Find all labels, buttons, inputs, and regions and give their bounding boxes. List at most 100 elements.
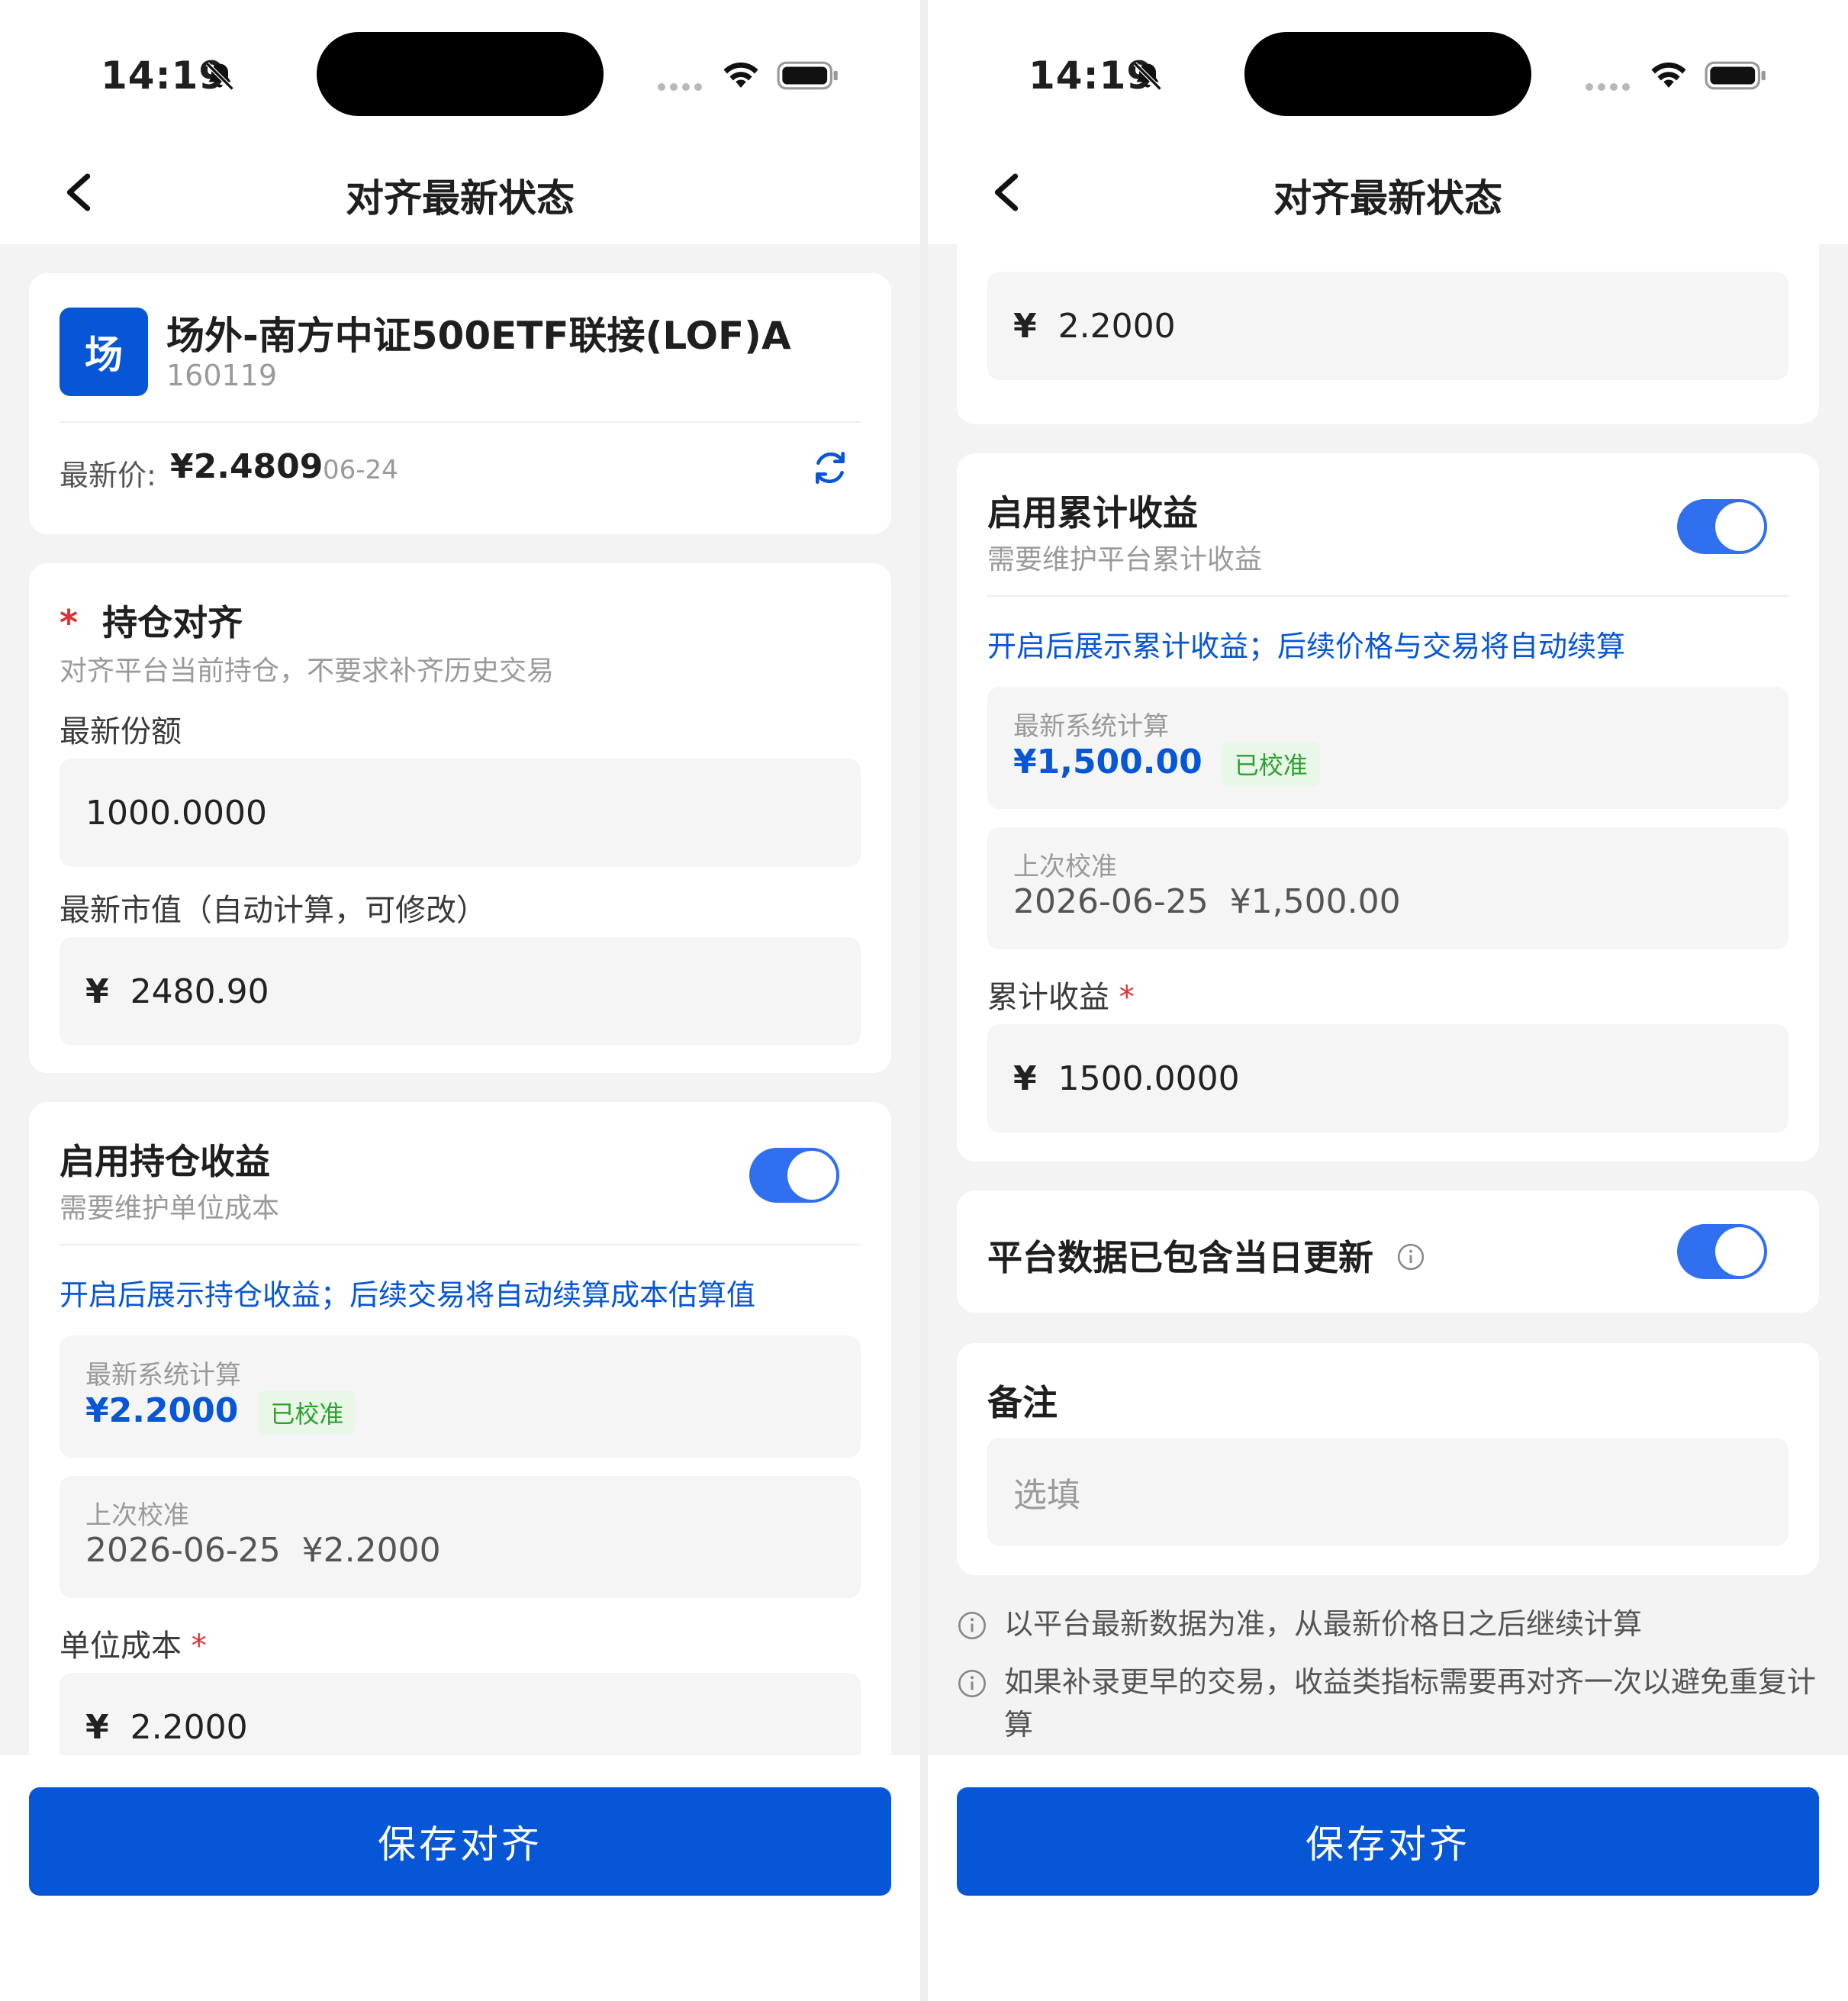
cum-profit-value: 1500.0000: [1058, 1058, 1240, 1098]
divider: [60, 1244, 861, 1245]
unit-cost-label-text: 单位成本: [60, 1629, 182, 1664]
page-title: 对齐最新状态: [346, 176, 575, 221]
market-value-input[interactable]: ¥2480.90: [60, 937, 861, 1046]
required-mark: *: [191, 1629, 207, 1664]
platform-update-label-text: 平台数据已包含当日更新: [987, 1237, 1373, 1278]
latest-price-label: 最新价:: [60, 459, 156, 492]
fund-type-icon: 场: [60, 308, 148, 396]
system-calc-value: ¥1,500.00 已校准: [1013, 742, 1320, 786]
required-mark: *: [1119, 980, 1135, 1015]
info-icon[interactable]: [1396, 1242, 1425, 1271]
divider: [987, 595, 1788, 597]
system-calc-box: 最新系统计算 ¥1,500.00 已校准: [987, 687, 1788, 809]
last-calib-label: 上次校准: [85, 1500, 189, 1531]
shares-label: 最新份额: [60, 714, 182, 749]
calibrated-badge: 已校准: [258, 1390, 356, 1435]
position-profit-card-tail: ¥2.2000: [957, 244, 1819, 424]
nav-bar: 对齐最新状态: [0, 137, 920, 244]
last-calib-label: 上次校准: [1013, 852, 1117, 882]
position-profit-info: 开启后展示持仓收益；后续交易将自动续算成本估算值: [60, 1278, 756, 1312]
unit-cost-value: 2.2000: [130, 1707, 248, 1747]
system-calc-amount: ¥1,500.00: [1013, 743, 1202, 781]
save-align-button[interactable]: 保存对齐: [29, 1787, 891, 1896]
platform-update-card: 平台数据已包含当日更新: [957, 1191, 1819, 1313]
position-profit-toggle[interactable]: [749, 1148, 839, 1203]
wifi-icon: [1651, 62, 1686, 88]
screen-left: 14:19 对齐最新状态 场 场外-南方中证500ETF联接(LOF)A 160…: [0, 0, 920, 2001]
bell-muted-icon: [1133, 62, 1162, 91]
required-mark: *: [60, 602, 79, 643]
system-calc-label: 最新系统计算: [1013, 711, 1169, 742]
system-calc-amount: ¥2.2000: [85, 1391, 239, 1430]
wifi-icon: [723, 62, 758, 88]
shares-input[interactable]: 1000.0000: [60, 759, 861, 867]
info-icon: [958, 1612, 986, 1639]
position-profit-subtitle: 需要维护单位成本: [60, 1193, 280, 1224]
bottom-bar: 保存对齐: [928, 1755, 1848, 2001]
latest-price-value: ¥2.4809: [170, 447, 324, 486]
status-bar: 14:19: [0, 0, 920, 137]
unit-cost-value: 2.2000: [1058, 306, 1176, 346]
dynamic-island: [317, 32, 604, 116]
holding-title-text: 持仓对齐: [102, 602, 243, 643]
divider: [60, 421, 861, 423]
battery-icon: [1705, 61, 1766, 90]
scroll-content[interactable]: ¥2.2000 启用累计收益 需要维护平台累计收益 开启后展示累计收益；后续价格…: [928, 244, 1848, 1755]
cumulative-profit-title: 启用累计收益: [987, 492, 1198, 533]
last-calib-box: 上次校准 2026-06-25 ¥2.2000: [60, 1476, 861, 1598]
cumulative-profit-subtitle: 需要维护平台累计收益: [987, 544, 1263, 575]
market-value: 2480.90: [130, 972, 269, 1011]
info-icon: [958, 1670, 986, 1697]
platform-update-toggle[interactable]: [1677, 1224, 1767, 1279]
currency-symbol: ¥: [85, 1707, 109, 1747]
unit-cost-input[interactable]: ¥2.2000: [60, 1673, 861, 1755]
last-calib-value: 2026-06-25 ¥2.2000: [85, 1531, 441, 1570]
cum-profit-input[interactable]: ¥1500.0000: [987, 1024, 1788, 1133]
cumulative-profit-toggle[interactable]: [1677, 499, 1767, 554]
screen-separator: [920, 0, 928, 2001]
holding-subtitle: 对齐平台当前持仓，不要求补齐历史交易: [60, 656, 555, 687]
market-value-label: 最新市值（自动计算，可修改）: [60, 893, 487, 928]
last-calib-box: 上次校准 2026-06-25 ¥1,500.00: [987, 827, 1788, 949]
holding-card: * 持仓对齐 对齐平台当前持仓，不要求补齐历史交易 最新份额 1000.0000…: [29, 563, 891, 1073]
signal-dots-icon: [1586, 79, 1634, 94]
calibrated-badge: 已校准: [1222, 742, 1320, 786]
bottom-bar: 保存对齐: [0, 1755, 920, 2001]
position-profit-card: 启用持仓收益 需要维护单位成本 开启后展示持仓收益；后续交易将自动续算成本估算值…: [29, 1102, 891, 1755]
cum-profit-label: 累计收益 *: [987, 972, 1135, 1017]
currency-symbol: ¥: [1013, 1058, 1037, 1098]
bell-muted-icon: [205, 62, 234, 91]
page-title: 对齐最新状态: [1273, 176, 1502, 221]
latest-price-date: 06-24: [323, 455, 398, 485]
unit-cost-input[interactable]: ¥2.2000: [987, 272, 1788, 380]
shares-value: 1000.0000: [85, 793, 267, 833]
status-bar: 14:19: [928, 0, 1848, 137]
currency-symbol: ¥: [85, 972, 109, 1011]
fund-code: 160119: [166, 359, 278, 392]
platform-update-label: 平台数据已包含当日更新: [987, 1230, 1425, 1281]
refresh-icon[interactable]: [811, 449, 849, 487]
position-profit-title: 启用持仓收益: [60, 1141, 270, 1182]
note-item: 如果补录更早的交易，收益类指标需要再对齐一次以避免重复计算: [957, 1661, 1819, 1746]
fund-name: 场外-南方中证500ETF联接(LOF)A: [166, 314, 791, 358]
nav-bar: 对齐最新状态: [928, 137, 1848, 244]
scroll-content[interactable]: 场 场外-南方中证500ETF联接(LOF)A 160119 最新价: ¥2.4…: [0, 244, 920, 1755]
dynamic-island: [1244, 32, 1531, 116]
currency-symbol: ¥: [1013, 306, 1037, 346]
system-calc-label: 最新系统计算: [85, 1360, 241, 1390]
note-item: 以平台最新数据为准，从最新价格日之后继续计算: [957, 1603, 1819, 1645]
remark-input[interactable]: 选填: [987, 1438, 1788, 1546]
screen-right: 14:19 对齐最新状态 ¥2.2000 启用累计收益 需要维护平台累计收益 开…: [928, 0, 1848, 2001]
note-text: 以平台最新数据为准，从最新价格日之后继续计算: [1004, 1607, 1643, 1641]
unit-cost-label: 单位成本 *: [60, 1621, 207, 1665]
cum-profit-label-text: 累计收益: [987, 980, 1109, 1015]
save-align-button[interactable]: 保存对齐: [957, 1787, 1819, 1896]
battery-icon: [777, 61, 838, 90]
remark-card: 备注 选填: [957, 1343, 1819, 1575]
system-calc-box: 最新系统计算 ¥2.2000 已校准: [60, 1336, 861, 1458]
last-calib-value: 2026-06-25 ¥1,500.00: [1013, 882, 1401, 921]
signal-dots-icon: [658, 79, 707, 94]
holding-title: * 持仓对齐: [60, 595, 243, 646]
fund-card: 场 场外-南方中证500ETF联接(LOF)A 160119 最新价: ¥2.4…: [29, 273, 891, 534]
system-calc-value: ¥2.2000 已校准: [85, 1390, 356, 1435]
